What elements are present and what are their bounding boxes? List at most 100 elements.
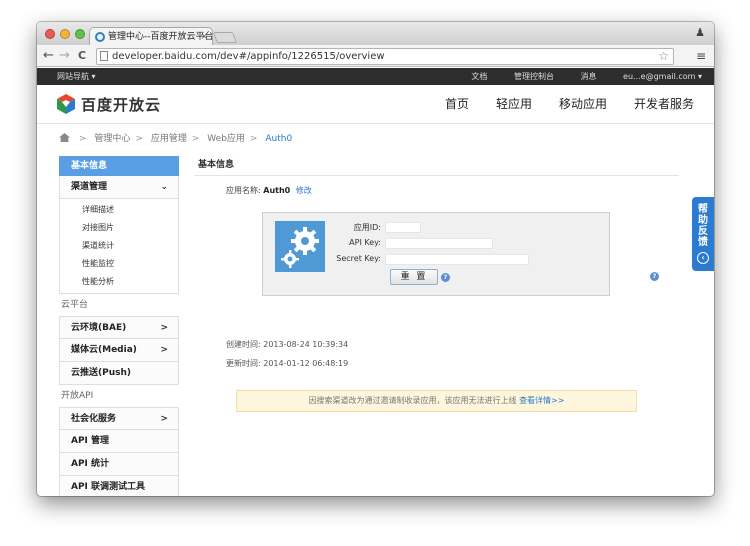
updated-time-label: 更新时间: [226,359,261,368]
address-bar[interactable]: developer.baidu.com/dev#/appinfo/1226515… [96,48,674,65]
feedback-char: 反 [698,226,708,237]
messages-link[interactable]: 消息 [581,72,597,81]
sidebar-group-api: 开放API [61,391,94,401]
account-dropdown[interactable]: eu...e@gmail.com ▾ [623,72,702,81]
updated-time-row: 更新时间: 2014-01-12 06:48:19 [226,358,348,369]
nav-mobile-apps[interactable]: 移动应用 [559,85,607,124]
channel-submenu: 详细描述 对接图片 渠道统计 性能监控 性能分析 [59,199,179,294]
back-button[interactable]: ← [43,48,54,63]
minimize-window-button[interactable] [60,29,70,39]
url-text: developer.baidu.com/dev#/appinfo/1226515… [112,51,385,62]
breadcrumb: > 管理中心 > 应用管理 > Web应用 > Auth0 [59,132,292,146]
sidebar-item-label: API 统计 [71,459,110,469]
sidebar-item-api-management[interactable]: API 管理 [59,430,179,453]
sidebar-item-push[interactable]: 云推送(Push) [59,362,179,385]
sidebar-item-label: API 联调测试工具 [71,482,146,492]
sidebar-item-label: 媒体云(Media) [71,345,137,355]
sidebar-item-label: 渠道管理 [71,182,108,192]
zoom-window-button[interactable] [75,29,85,39]
logo-text: 百度开放云 [81,95,162,114]
sidebar-item-api-stats[interactable]: API 统计 [59,453,179,476]
chevron-right-icon: > [160,414,168,424]
sidebar-item-bae[interactable]: 云环境(BAE) > [59,316,179,339]
nav-home[interactable]: 首页 [445,85,469,124]
gears-icon [275,221,325,272]
app-name-label: 应用名称: [226,186,261,195]
browser-toolbar: ← → C developer.baidu.com/dev#/appinfo/1… [37,45,714,67]
sidebar-item-label: API 管理 [71,436,110,446]
title-bar: 管理中心--百度开放云平台 × ♟ [37,22,714,46]
page-icon [100,51,108,61]
sidebar-item-media[interactable]: 媒体云(Media) > [59,339,179,362]
notice-details-link[interactable]: 查看详情>> [519,396,564,405]
sidebar-subitem-analysis[interactable]: 性能分析 [60,273,178,291]
close-window-button[interactable] [45,29,55,39]
reset-keys-button[interactable]: 重 置 [390,269,438,285]
forward-button[interactable]: → [59,48,70,63]
site-top-strip: 网站导航 ▾ 文档 管理控制台 消息 eu...e@gmail.com ▾ [37,68,714,85]
app-keys-panel: 应用ID: API Key: Secret Key: 重 置 ? [262,212,610,296]
site-logo[interactable]: 百度开放云 [57,93,161,115]
arrow-left-icon: ‹ [697,252,709,264]
reset-help-icon[interactable]: ? [441,273,450,282]
sidebar: 基本信息 渠道管理 ⌄ 详细描述 对接图片 渠道统计 性能监控 性能分析 云平台… [59,156,179,496]
breadcrumb-web-app[interactable]: Web应用 [207,134,245,144]
created-time-row: 创建时间: 2013-08-24 10:39:34 [226,339,348,350]
new-tab-button[interactable] [212,32,238,43]
created-time-label: 创建时间: [226,340,261,349]
sidebar-subitem-images[interactable]: 对接图片 [60,219,178,237]
breadcrumb-current: Auth0 [265,134,293,144]
sidebar-subitem-monitor[interactable]: 性能监控 [60,255,178,273]
chevron-right-icon: > [160,323,168,333]
nav-developer-services[interactable]: 开发者服务 [634,85,694,124]
incognito-icon: ♟ [695,26,705,39]
sidebar-item-social[interactable]: 社会化服务 > [59,407,179,430]
app-id-value [385,222,421,233]
feedback-char: 馈 [698,237,708,248]
feedback-char: 帮 [698,204,708,215]
nav-light-apps[interactable]: 轻应用 [496,85,532,124]
created-time-value: 2013-08-24 10:39:34 [263,340,349,349]
chevron-down-icon: ⌄ [160,182,168,192]
sidebar-item-label: 云推送(Push) [71,368,131,378]
reload-button[interactable]: C [78,48,86,63]
sidebar-item-api-debug[interactable]: API 联调测试工具 [59,476,179,496]
main-content: 基本信息 应用名称: Auth0 修改 应用ID: API Key: Secre… [194,156,679,412]
site-header: 百度开放云 首页 轻应用 移动应用 开发者服务 [37,85,714,124]
sidebar-subitem-description[interactable]: 详细描述 [60,201,178,219]
feedback-tab[interactable]: 帮 助 反 馈 ‹ [692,197,714,271]
notice-text: 因搜索渠道改为通过邀请制收录应用，该应用无法进行上线 [308,396,517,405]
secret-key-value [385,254,529,265]
updated-time-value: 2014-01-12 06:48:19 [263,359,349,368]
docs-link[interactable]: 文档 [471,72,487,81]
sidebar-item-channel[interactable]: 渠道管理 ⌄ [59,176,179,199]
sidebar-subitem-stats[interactable]: 渠道统计 [60,237,178,255]
tab-title: 管理中心--百度开放云平台 [108,32,213,42]
section-title: 基本信息 [194,156,679,176]
site-nav-dropdown[interactable]: 网站导航 ▾ [57,68,96,85]
notice-banner: 因搜索渠道改为通过邀请制收录应用，该应用无法进行上线 查看详情>> [236,390,637,412]
app-name-row: 应用名称: Auth0 修改 [226,185,312,196]
breadcrumb-management[interactable]: 管理中心 [94,134,130,144]
cube-logo-icon [57,94,75,114]
keys-help-icon[interactable]: ? [650,272,659,281]
home-icon[interactable] [59,133,70,142]
sidebar-item-label: 社会化服务 [71,414,117,424]
sidebar-item-basic-info[interactable]: 基本信息 [59,156,179,176]
edit-app-name-link[interactable]: 修改 [296,186,312,195]
bookmark-star-icon[interactable]: ☆ [658,49,669,64]
api-key-value [385,238,493,249]
browser-tab[interactable]: 管理中心--百度开放云平台 × [89,27,213,46]
app-name-value: Auth0 [263,186,291,195]
browser-window: 管理中心--百度开放云平台 × ♟ ← → C developer.baidu.… [37,22,714,496]
browser-menu-icon[interactable]: ≡ [696,49,706,63]
sidebar-group-cloud: 云平台 [61,300,89,310]
top-links: 文档 管理控制台 消息 eu...e@gmail.com ▾ [447,68,702,85]
breadcrumb-app-management[interactable]: 应用管理 [151,134,187,144]
main-nav: 首页 轻应用 移动应用 开发者服务 [418,85,694,124]
console-link[interactable]: 管理控制台 [514,72,554,81]
feedback-char: 助 [698,215,708,226]
secret-key-label: Secret Key: [336,254,381,263]
app-id-label: 应用ID: [353,223,381,232]
tab-close-icon[interactable]: × [200,28,208,46]
